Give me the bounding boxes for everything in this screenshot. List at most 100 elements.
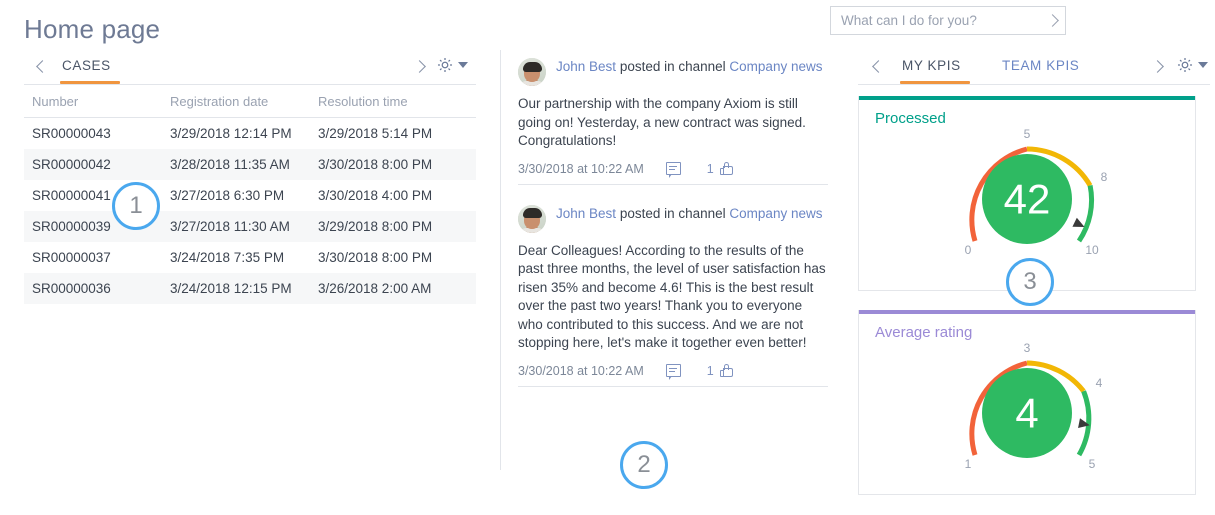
post-author-link[interactable]: John Best	[556, 59, 616, 74]
cases-tabbar-rule	[24, 84, 476, 85]
gauge-average-rating: 4 1 3 4 5	[859, 341, 1195, 481]
callout-badge-3: 3	[1006, 258, 1054, 306]
kpi-nav-prev-icon[interactable]	[872, 58, 886, 73]
tab-cases[interactable]: CASES	[62, 58, 111, 73]
gauge-tick-3: 10	[1085, 243, 1099, 257]
tab-my-kpis[interactable]: MY KPIS	[902, 58, 961, 73]
cell-registration-date: 3/27/2018 6:30 PM	[170, 188, 285, 203]
kpi-tabbar: MY KPIS TEAM KPIS	[858, 54, 1210, 84]
gauge-tick-3: 5	[1089, 457, 1096, 471]
cell-resolution-time: 3/29/2018 8:00 PM	[318, 219, 433, 234]
gauge-svg: 42 0 5 8 10	[965, 127, 1108, 257]
gear-icon	[437, 57, 453, 73]
cell-registration-date: 3/28/2018 11:35 AM	[170, 157, 290, 172]
gauge-value-label: 42	[1004, 176, 1051, 223]
post-date: 3/30/2018 at 10:22 AM	[518, 161, 644, 176]
cell-resolution-time: 3/30/2018 4:00 PM	[318, 188, 433, 203]
table-row[interactable]: SR00000043 3/29/2018 12:14 PM 3/29/2018 …	[24, 118, 476, 150]
table-row[interactable]: SR00000041 3/27/2018 6:30 PM 3/30/2018 4…	[24, 180, 476, 211]
cases-nav-next-icon[interactable]	[413, 58, 426, 76]
callout-badge-1: 1	[112, 182, 160, 230]
post-action-text: posted in channel	[619, 205, 726, 221]
cases-tabbar: CASES	[24, 54, 476, 84]
post-header: John Best posted in channel Company news	[518, 203, 828, 233]
gauge-tick-2: 4	[1096, 376, 1103, 390]
cell-registration-date: 3/24/2018 7:35 PM	[170, 250, 285, 265]
cell-registration-date: 3/24/2018 12:15 PM	[170, 281, 292, 296]
avatar[interactable]	[518, 204, 546, 233]
caret-down-icon	[1198, 62, 1208, 68]
like-count: 1	[706, 363, 714, 378]
post-date: 3/30/2018 at 10:22 AM	[518, 363, 644, 378]
cell-resolution-time: 3/30/2018 8:00 PM	[318, 250, 433, 265]
gauge-tick-1: 3	[1024, 341, 1031, 355]
cell-resolution-time: 3/26/2018 2:00 AM	[318, 281, 432, 296]
kpi-card-average-rating[interactable]: Average rating 4 1 3 4 5	[858, 310, 1196, 495]
feed-post: John Best posted in channel Company news…	[518, 203, 828, 395]
post-body: Dear Colleagues! According to the result…	[518, 242, 826, 351]
kpi-tabbar-rule	[858, 84, 1210, 85]
thumbs-up-icon[interactable]	[719, 363, 734, 378]
table-row[interactable]: SR00000036 3/24/2018 12:15 PM 3/26/2018 …	[24, 273, 476, 304]
post-action-text: posted in channel	[619, 59, 726, 74]
cases-settings-button[interactable]	[436, 56, 468, 74]
table-row[interactable]: SR00000042 3/28/2018 11:35 AM 3/30/2018 …	[24, 149, 476, 180]
like-count: 1	[706, 161, 714, 176]
cell-number: SR00000036	[32, 281, 111, 296]
kpi-panel: What can I do for you? MY KPIS TEAM KPIS	[828, 0, 1215, 515]
table-row[interactable]: SR00000039 3/27/2018 11:30 AM 3/29/2018 …	[24, 211, 476, 242]
search-placeholder: What can I do for you?	[841, 13, 977, 28]
kpi-nav-next-icon[interactable]	[1151, 58, 1164, 76]
activity-feed: John Best posted in channel Company news…	[518, 56, 828, 395]
column-divider	[500, 50, 501, 470]
cell-number: SR00000043	[32, 126, 111, 141]
thumbs-up-icon[interactable]	[719, 161, 734, 176]
cell-resolution-time: 3/30/2018 8:00 PM	[318, 157, 433, 172]
post-meta: 3/30/2018 at 10:22 AM 1	[518, 363, 828, 380]
post-header: John Best posted in channel Company news	[518, 56, 828, 86]
post-author-link[interactable]: John Best	[556, 206, 616, 221]
column-header-resolution-time[interactable]: Resolution time	[310, 88, 476, 118]
post-separator	[518, 385, 828, 387]
post-body: Our partnership with the company Axiom i…	[518, 96, 806, 148]
post-headline: John Best posted in channel Company news	[556, 56, 822, 76]
avatar[interactable]	[518, 58, 546, 86]
column-header-registration-date[interactable]: Registration date	[162, 88, 310, 118]
post-channel-link[interactable]: Company news	[729, 206, 822, 221]
post-headline: John Best posted in channel Company news	[556, 203, 822, 223]
kpi-card-title: Average rating	[875, 324, 973, 341]
post-separator	[518, 183, 828, 185]
gauge-processed: 42 0 5 8 10	[859, 127, 1195, 267]
home-page-screen: Home page CASES Number Registration date…	[0, 0, 1215, 515]
gear-icon	[1177, 57, 1193, 73]
gauge-tick-0: 0	[965, 243, 972, 257]
caret-down-icon	[458, 62, 468, 68]
cases-nav-prev-icon[interactable]	[36, 58, 50, 73]
comment-icon[interactable]	[665, 162, 681, 178]
gauge-tick-1: 5	[1024, 127, 1031, 141]
tab-team-kpis[interactable]: TEAM KPIS	[1002, 58, 1079, 73]
table-row[interactable]: SR00000037 3/24/2018 7:35 PM 3/30/2018 8…	[24, 242, 476, 273]
cell-registration-date: 3/29/2018 12:14 PM	[170, 126, 292, 141]
feed-post: John Best posted in channel Company news…	[518, 56, 828, 193]
column-header-number[interactable]: Number	[24, 88, 162, 118]
search-input[interactable]: What can I do for you?	[830, 6, 1066, 35]
callout-badge-2: 2	[620, 441, 668, 489]
search-submit-icon[interactable]	[1046, 12, 1059, 30]
cell-resolution-time: 3/29/2018 5:14 PM	[318, 126, 433, 141]
cases-table: Number Registration date Resolution time…	[24, 88, 476, 304]
gauge-tick-2: 8	[1101, 170, 1108, 184]
gauge-svg: 4 1 3 4 5	[965, 341, 1103, 471]
kpi-settings-button[interactable]	[1176, 56, 1208, 74]
comment-icon[interactable]	[665, 364, 681, 380]
table-header-row: Number Registration date Resolution time	[24, 88, 476, 118]
cases-panel: Home page CASES Number Registration date…	[0, 0, 500, 515]
cell-number: SR00000037	[32, 250, 111, 265]
cell-registration-date: 3/27/2018 11:30 AM	[170, 219, 290, 234]
gauge-tick-0: 1	[965, 457, 972, 471]
gauge-value-label: 4	[1015, 390, 1038, 437]
kpi-card-title: Processed	[875, 110, 946, 127]
cell-number: SR00000042	[32, 157, 111, 172]
page-title: Home page	[24, 14, 161, 44]
post-channel-link[interactable]: Company news	[729, 59, 822, 74]
